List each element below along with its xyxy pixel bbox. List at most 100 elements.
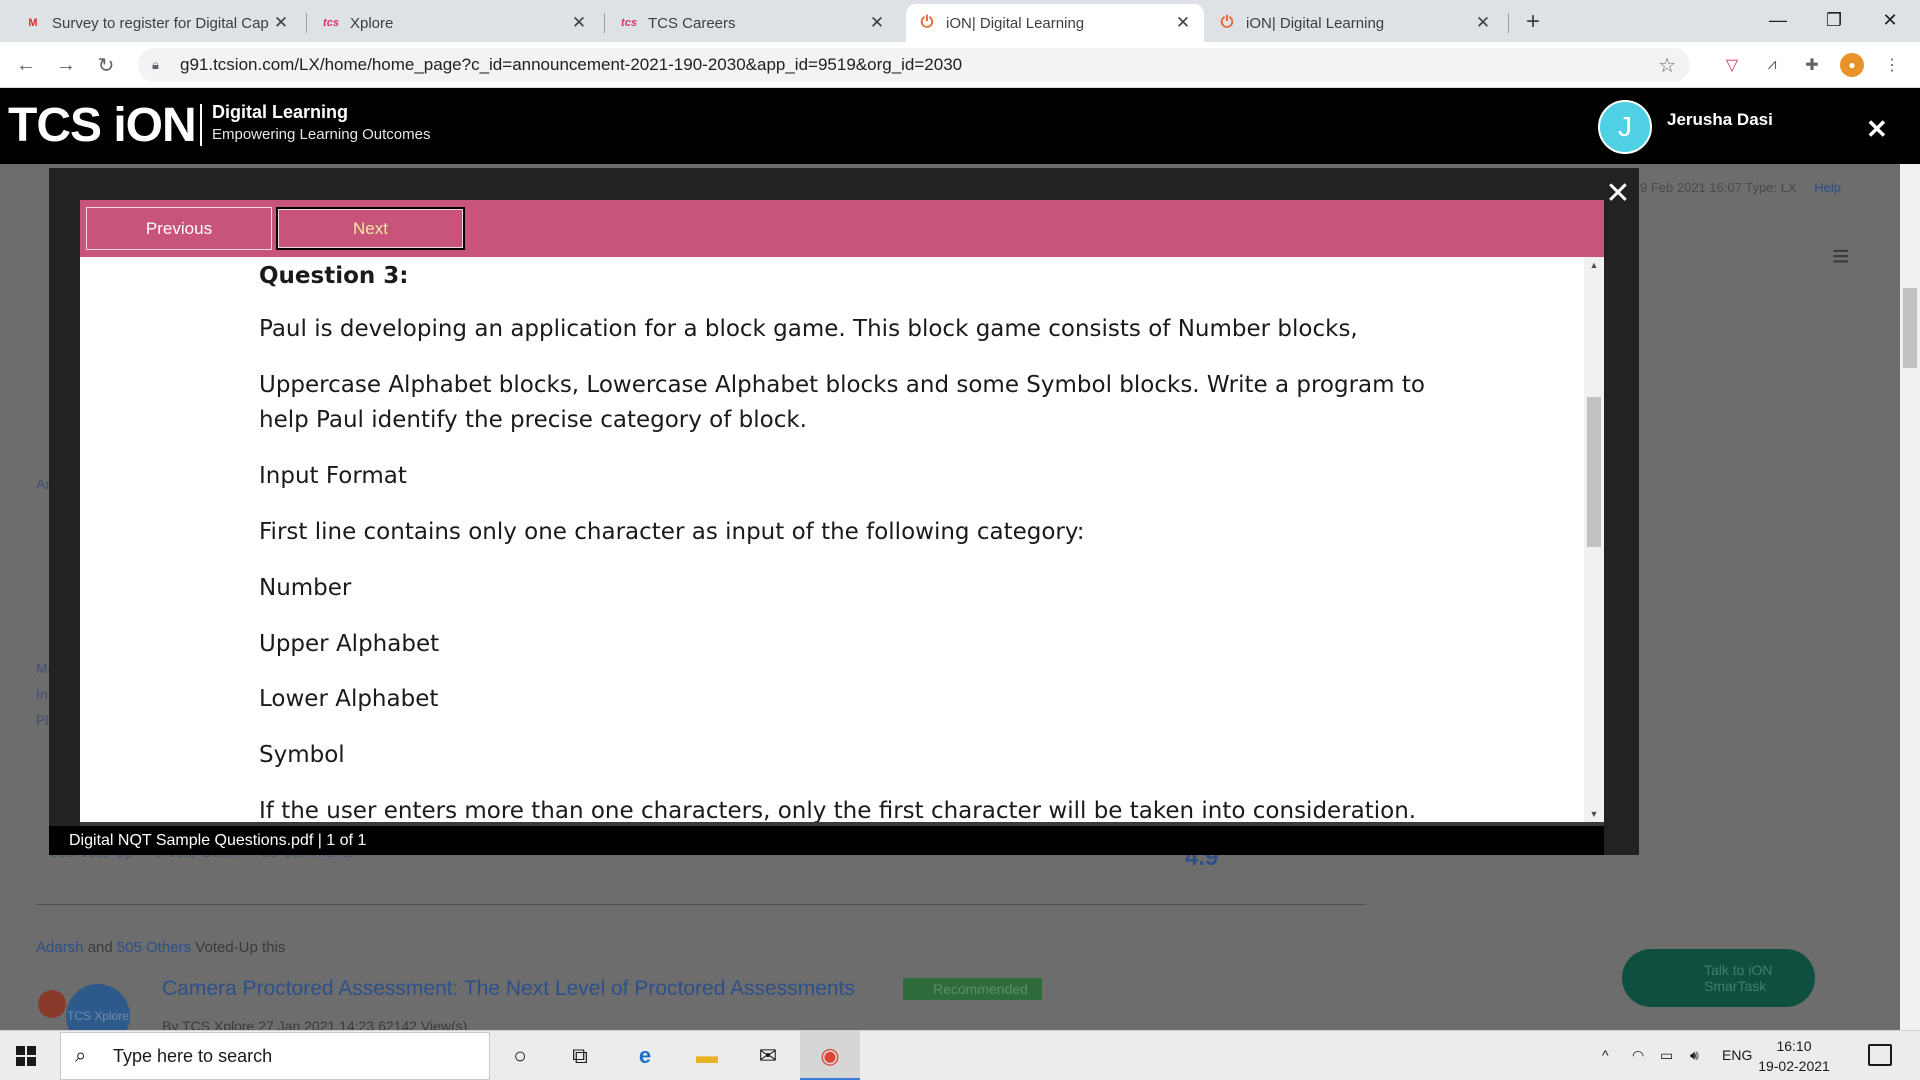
site-header: TCS iON Digital Learning Empowering Lear… xyxy=(0,88,1920,164)
question-paragraph: First line contains only one character a… xyxy=(259,519,1085,545)
chrome-icon[interactable]: ◉ xyxy=(815,1041,845,1071)
header-title: Digital Learning xyxy=(212,102,349,122)
tab-close-icon[interactable]: ✕ xyxy=(272,13,290,33)
voted-suffix: Voted-Up this xyxy=(195,939,286,956)
windows-taskbar: ⌕ Type here to search ○ ⧉ e ▬ ✉ ◉ ^ ◠ ▭ … xyxy=(0,1030,1920,1080)
announcement-meta: 9 Feb 2021 16:07 Type: LX Help xyxy=(1640,180,1841,195)
browser-toolbar: ← → ↻ 🔒︎ g91.tcsion.com/LX/home/home_pag… xyxy=(0,42,1920,88)
forward-icon[interactable]: → xyxy=(52,51,80,79)
tab-ion-digital-learning-active[interactable]: ⏻ iON| Digital Learning ✕ xyxy=(906,4,1204,42)
language-indicator[interactable]: ENG xyxy=(1722,1047,1752,1063)
category-item: Upper Alphabet xyxy=(259,631,440,657)
previous-button[interactable]: Previous xyxy=(86,207,272,250)
voted-others-link[interactable]: 505 Others xyxy=(117,939,191,956)
header-subtitle: Empowering Learning Outcomes xyxy=(212,126,431,143)
volume-icon[interactable]: 🔊︎ xyxy=(1690,1047,1699,1064)
left-label: In xyxy=(36,686,48,702)
clock-date: 19-02-2021 xyxy=(1758,1058,1830,1074)
tab-title: Survey to register for Digital Cap xyxy=(52,14,269,32)
next-announcement-title[interactable]: Camera Proctored Assessment: The Next Le… xyxy=(162,977,855,1001)
extensions-puzzle-icon[interactable]: ✚ xyxy=(1800,53,1824,77)
notification-center-icon[interactable] xyxy=(1868,1044,1892,1066)
url-text[interactable]: g91.tcsion.com/LX/home/home_page?c_id=an… xyxy=(180,55,962,75)
taskbar-search-box[interactable]: ⌕ Type here to search xyxy=(60,1032,490,1080)
tab-ion-digital-learning[interactable]: ⏻ iON| Digital Learning ✕ xyxy=(1206,4,1504,42)
modal-close-icon[interactable]: ✕ xyxy=(1598,176,1638,211)
question-paragraph: help Paul identify the precise category … xyxy=(259,407,807,433)
bookmark-star-icon[interactable]: ☆ xyxy=(1658,53,1676,78)
user-name[interactable]: Jerusha Dasi xyxy=(1667,110,1773,130)
tab-close-icon[interactable]: ✕ xyxy=(570,13,588,33)
avatar-badge xyxy=(38,990,66,1018)
windows-start-icon[interactable] xyxy=(16,1046,36,1066)
tab-close-icon[interactable]: ✕ xyxy=(1174,13,1192,33)
browser-tab-strip: M Survey to register for Digital Cap ✕ t… xyxy=(0,0,1920,42)
tab-close-icon[interactable]: ✕ xyxy=(1474,13,1492,33)
pocket-extension-icon[interactable]: ▽ xyxy=(1720,53,1744,77)
address-bar[interactable]: 🔒︎ g91.tcsion.com/LX/home/home_page?c_id… xyxy=(138,48,1690,82)
task-view-icon[interactable]: ⧉ xyxy=(565,1041,595,1071)
tab-xplore[interactable]: tcs Xplore ✕ xyxy=(310,4,600,42)
logo-divider xyxy=(200,104,202,146)
window-close-icon[interactable]: ✕ xyxy=(1862,0,1918,40)
pdf-footer: Digital NQT Sample Questions.pdf | 1 of … xyxy=(49,826,1604,855)
tab-separator xyxy=(306,13,307,33)
back-icon[interactable]: ← xyxy=(12,51,40,79)
input-format-heading: Input Format xyxy=(259,463,407,489)
lock-icon[interactable]: 🔒︎ xyxy=(152,57,168,73)
profile-avatar-icon[interactable]: ● xyxy=(1840,53,1864,77)
scroll-down-arrow-icon[interactable]: ▼ xyxy=(1584,806,1604,822)
search-placeholder[interactable]: Type here to search xyxy=(113,1046,272,1067)
taskbar-clock[interactable]: 16:10 19-02-2021 xyxy=(1756,1036,1832,1076)
voted-user-link[interactable]: Adarsh xyxy=(36,939,84,956)
gmail-icon: M xyxy=(28,17,38,29)
reload-icon[interactable]: ↻ xyxy=(92,51,120,79)
tab-survey[interactable]: M Survey to register for Digital Cap ✕ xyxy=(12,4,302,42)
recommended-badge: Recommended xyxy=(903,978,1042,1000)
category-item: Number xyxy=(259,575,352,601)
tab-title: iON| Digital Learning xyxy=(946,14,1085,32)
tab-title: TCS Careers xyxy=(648,14,736,32)
pdf-navigation-bar: Previous Next xyxy=(80,200,1604,257)
mail-icon[interactable]: ✉ xyxy=(753,1041,783,1071)
tab-tcs-careers[interactable]: tcs TCS Careers ✕ xyxy=(608,4,898,42)
minimize-icon[interactable]: — xyxy=(1750,0,1806,40)
file-explorer-icon[interactable]: ▬ xyxy=(692,1041,722,1071)
cortana-icon[interactable]: ○ xyxy=(505,1041,535,1071)
header-close-icon[interactable]: ✕ xyxy=(1866,114,1888,145)
restore-icon[interactable]: ❐ xyxy=(1806,0,1862,40)
hamburger-menu-icon[interactable]: ≡ xyxy=(1832,240,1850,274)
wifi-icon[interactable]: ◠ xyxy=(1632,1047,1644,1064)
chart-extension-icon[interactable]: ⩘ xyxy=(1760,53,1784,77)
new-tab-icon[interactable]: + xyxy=(1519,8,1547,36)
page-scrollbar[interactable] xyxy=(1900,88,1920,1030)
meta-text: 9 Feb 2021 16:07 Type: LX xyxy=(1640,180,1797,195)
pdf-scrollbar[interactable]: ▲ ▼ xyxy=(1584,257,1604,822)
next-button[interactable]: Next xyxy=(276,207,465,250)
battery-icon[interactable]: ▭ xyxy=(1660,1047,1673,1064)
pdf-page[interactable]: Question 3: Paul is developing an applic… xyxy=(80,257,1604,822)
divider xyxy=(36,904,1366,905)
search-icon: ⌕ xyxy=(75,1044,87,1067)
user-avatar[interactable]: J xyxy=(1598,100,1652,154)
talk-to-ion-button[interactable]: Talk to iON SmarTask xyxy=(1622,949,1815,1007)
tcs-icon: tcs xyxy=(323,17,339,29)
tray-chevron-icon[interactable]: ^ xyxy=(1602,1047,1609,1063)
tab-separator xyxy=(604,13,605,33)
category-item: Symbol xyxy=(259,742,345,768)
help-link[interactable]: Help xyxy=(1814,180,1841,195)
scroll-up-arrow-icon[interactable]: ▲ xyxy=(1584,257,1604,273)
clock-time: 16:10 xyxy=(1776,1038,1812,1054)
edge-icon[interactable]: e xyxy=(630,1041,660,1071)
scrollbar-thumb[interactable] xyxy=(1903,288,1917,368)
ion-power-icon: ⏻ xyxy=(920,14,934,31)
category-item: Lower Alphabet xyxy=(259,686,439,712)
tab-title: Xplore xyxy=(350,14,394,32)
ion-power-icon: ⏻ xyxy=(1220,14,1234,31)
chrome-menu-icon[interactable]: ⋮ xyxy=(1880,53,1904,77)
pdf-scrollbar-thumb[interactable] xyxy=(1587,397,1601,547)
tcs-ion-logo[interactable]: TCS iON xyxy=(8,98,197,153)
tab-close-icon[interactable]: ✕ xyxy=(868,13,886,33)
left-label: Pl xyxy=(36,712,49,728)
tab-separator xyxy=(1508,13,1509,33)
